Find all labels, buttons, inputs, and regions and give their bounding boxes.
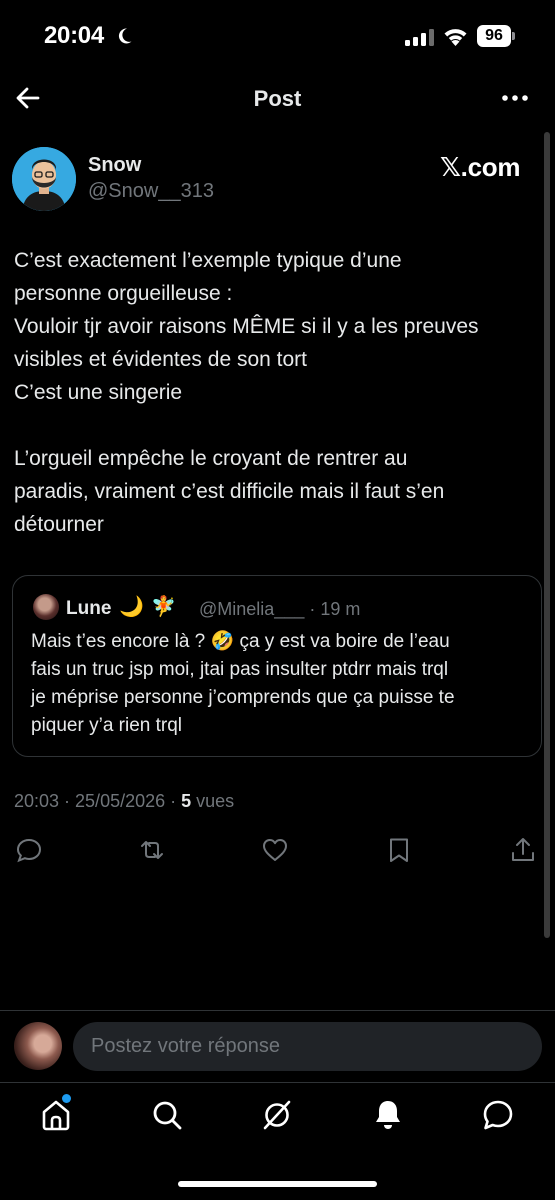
- home-indicator[interactable]: [178, 1181, 377, 1187]
- moon-emoji: 🌙: [119, 596, 144, 618]
- search-icon[interactable]: [150, 1098, 184, 1132]
- top-header: Post: [0, 74, 555, 124]
- quote-text: Mais t’es encore là ? 🤣 ça y est va boir…: [31, 631, 455, 736]
- author-avatar[interactable]: [12, 147, 76, 211]
- scrollbar[interactable]: [544, 132, 550, 938]
- like-icon[interactable]: [261, 836, 289, 864]
- repost-icon[interactable]: [138, 836, 166, 864]
- reply-icon[interactable]: [15, 836, 43, 864]
- action-bar: [0, 836, 555, 866]
- post-timestamp: 20:03 · 25/05/2026 ·: [14, 791, 182, 811]
- views-count[interactable]: 5: [181, 791, 191, 811]
- x-com-logo: 𝕏.com: [440, 152, 521, 182]
- author-name[interactable]: Snow: [88, 154, 141, 177]
- status-bar: 20:04 96: [0, 0, 555, 74]
- bookmark-icon[interactable]: [385, 836, 413, 864]
- signal-icon: [405, 29, 434, 46]
- more-options-icon[interactable]: [500, 86, 530, 110]
- battery-level: 96: [477, 25, 511, 47]
- current-user-avatar[interactable]: [14, 1022, 62, 1070]
- avatar-illustration: [12, 147, 76, 211]
- post-text: C’est exactement l’exemple typique d’une…: [14, 249, 479, 536]
- quote-author-name: Lune: [66, 598, 112, 619]
- home-icon[interactable]: [39, 1098, 73, 1132]
- post-meta: 20:03 · 25/05/2026 · 5 vues: [14, 791, 234, 812]
- notification-dot: [62, 1094, 71, 1103]
- fairy-emoji: 🧚: [151, 596, 176, 618]
- divider: [0, 1010, 555, 1011]
- wifi-icon: [444, 29, 467, 46]
- notifications-icon[interactable]: [371, 1098, 405, 1132]
- grok-icon[interactable]: [260, 1098, 294, 1132]
- moon-icon: [118, 28, 132, 44]
- divider: [0, 1082, 555, 1083]
- messages-icon[interactable]: [481, 1098, 515, 1132]
- reply-input[interactable]: [73, 1022, 542, 1071]
- views-label: vues: [191, 791, 235, 811]
- battery-indicator: 96: [477, 25, 515, 47]
- page-title: Post: [253, 86, 302, 111]
- quoted-post-card[interactable]: Lune 🌙 🧚 @Minelia___ · 19 m Mais t’es en…: [12, 575, 542, 757]
- quote-author-handle: @Minelia___ · 19 m: [199, 599, 361, 619]
- author-handle[interactable]: @Snow__313: [88, 180, 214, 203]
- quote-author-avatar: [33, 594, 59, 620]
- battery-cap: [512, 32, 515, 40]
- status-time: 20:04: [44, 22, 104, 49]
- share-icon[interactable]: [509, 836, 537, 864]
